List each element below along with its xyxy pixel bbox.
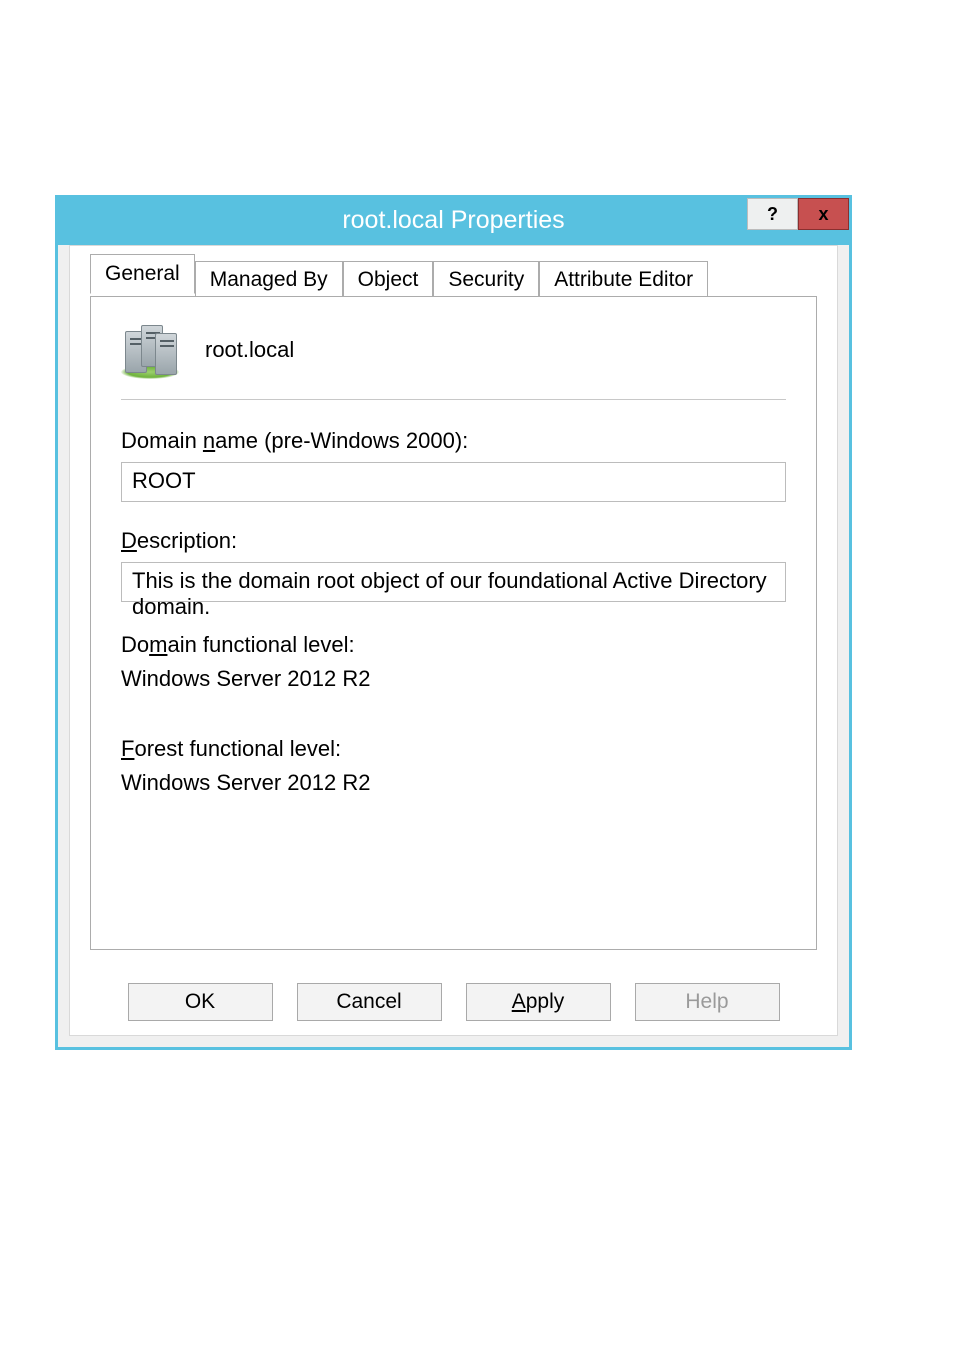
ok-button[interactable]: OK [128,983,273,1021]
pre2000-name-field: ROOT [121,462,786,502]
tab-security[interactable]: Security [433,261,539,297]
separator [121,399,786,400]
tab-object[interactable]: Object [343,261,434,297]
description-label: Description: [121,528,786,554]
domain-functional-level-value: Windows Server 2012 R2 [121,662,786,696]
description-field[interactable]: This is the domain root object of our fo… [121,562,786,602]
tab-managed-by[interactable]: Managed By [195,261,343,297]
close-icon: x [818,204,828,225]
forest-functional-level-label: Forest functional level: [121,732,786,766]
help-icon: ? [767,204,778,225]
cancel-button[interactable]: Cancel [297,983,442,1021]
tab-general[interactable]: General [90,254,195,294]
apply-button[interactable]: Apply [466,983,611,1021]
tab-strip: General Managed By Object Security Attri… [90,258,817,296]
tab-attribute-editor[interactable]: Attribute Editor [539,261,708,297]
dialog-buttons: OK Cancel Apply Help [70,983,837,1021]
pre2000-name-label: Domain name (pre-Windows 2000): [121,428,786,454]
properties-dialog: root.local Properties ? x General Manage… [55,195,852,1050]
titlebar[interactable]: root.local Properties ? x [58,198,849,245]
help-button: Help [635,983,780,1021]
window-title: root.local Properties [58,206,849,235]
tabpage-general: root.local Domain name (pre-Windows 2000… [90,296,817,950]
titlebar-controls: ? x [747,198,849,230]
help-titlebar-button[interactable]: ? [747,198,798,230]
forest-functional-level-value: Windows Server 2012 R2 [121,766,786,800]
domain-icon [121,321,179,379]
domain-display-name: root.local [205,337,294,363]
dialog-frame: General Managed By Object Security Attri… [69,245,838,1036]
domain-functional-level-label: Domain functional level: [121,628,786,662]
close-titlebar-button[interactable]: x [798,198,849,230]
